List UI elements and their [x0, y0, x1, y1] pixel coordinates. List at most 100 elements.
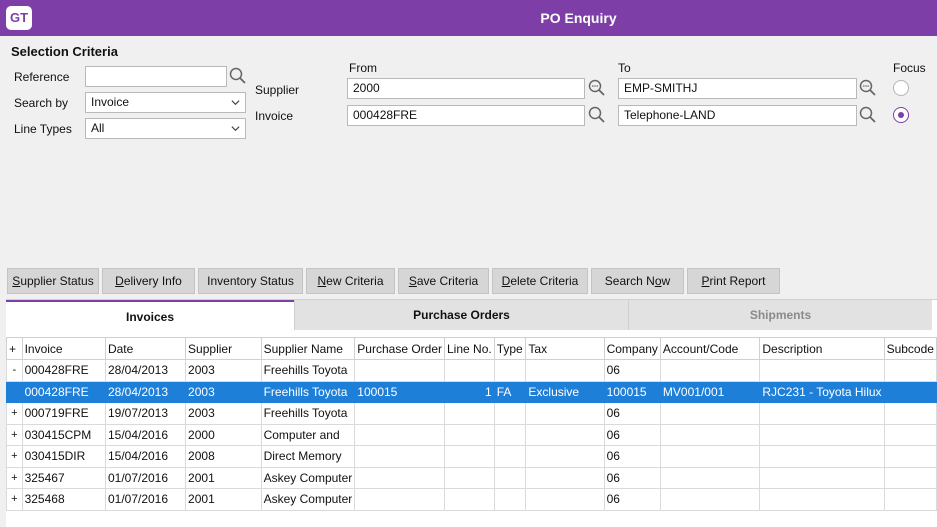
- table-cell: [444, 445, 495, 468]
- chevron-down-icon: [231, 100, 240, 106]
- table-cell: [525, 423, 605, 446]
- table-cell: 2008: [185, 445, 262, 468]
- column-header[interactable]: +: [6, 337, 23, 360]
- table-row[interactable]: -000428FRE 28/04/2013 2003 Freehills Toyota…: [6, 359, 937, 382]
- table-cell: [759, 402, 885, 425]
- table-cell: [354, 488, 445, 511]
- table-cell: [354, 445, 445, 468]
- delivery-info-button[interactable]: Delivery Info: [102, 268, 195, 294]
- table-cell: [354, 402, 445, 425]
- invoice-from-input[interactable]: 000428FRE: [347, 105, 585, 126]
- search-now-button[interactable]: Search Now: [591, 268, 684, 294]
- focus-supplier-radio[interactable]: [893, 80, 909, 96]
- table-cell: [659, 488, 761, 511]
- table-cell: [525, 466, 605, 489]
- line-types-select[interactable]: All: [85, 118, 246, 139]
- window-title: PO Enquiry: [540, 10, 617, 26]
- table-row[interactable]: +030415CPM 15/04/2016 2000 Computer and 06: [6, 423, 937, 446]
- row-expander[interactable]: -: [6, 359, 23, 382]
- supplier-to-input[interactable]: EMP-SMITHJ: [618, 78, 857, 99]
- row-expander[interactable]: +: [6, 445, 23, 468]
- row-expander[interactable]: +: [6, 488, 23, 511]
- column-header[interactable]: Subcode: [883, 337, 937, 360]
- column-header[interactable]: Supplier Name: [260, 337, 356, 360]
- table-cell: [759, 488, 885, 511]
- supplier-label: Supplier: [255, 83, 300, 97]
- row-expander[interactable]: +: [6, 466, 23, 489]
- supplier-status-button[interactable]: Supplier Status: [7, 268, 99, 294]
- save-criteria-button[interactable]: Save Criteria: [398, 268, 489, 294]
- reference-search-icon[interactable]: [229, 67, 247, 85]
- invoice-from-search-icon[interactable]: [588, 106, 606, 124]
- table-cell: 325468: [21, 488, 106, 511]
- table-cell: 000428FRE: [21, 359, 106, 382]
- table-cell: [759, 445, 885, 468]
- supplier-from-input[interactable]: 2000: [347, 78, 585, 99]
- print-report-button[interactable]: Print Report: [687, 268, 780, 294]
- table-cell: [759, 359, 885, 382]
- table-cell: 06: [603, 423, 661, 446]
- delete-criteria-button[interactable]: Delete Criteria: [492, 268, 588, 294]
- table-cell: Direct Memory: [260, 445, 356, 468]
- table-row[interactable]: +325468 01/07/2016 2001 Askey Computer 06: [6, 488, 937, 511]
- title-bar: GT PO Enquiry: [0, 0, 937, 36]
- table-cell: [883, 359, 937, 382]
- column-header[interactable]: Tax: [525, 337, 605, 360]
- table-cell: Freehills Toyota: [260, 402, 356, 425]
- table-row[interactable]: +325467 01/07/2016 2001 Askey Computer 06: [6, 466, 937, 489]
- column-header[interactable]: Company: [603, 337, 661, 360]
- to-label: To: [618, 61, 631, 75]
- table-row[interactable]: +030415DIR 15/04/2016 2008 Direct Memory 06: [6, 445, 937, 468]
- column-header[interactable]: Description: [759, 337, 885, 360]
- column-header[interactable]: Supplier: [185, 337, 262, 360]
- invoice-to-input[interactable]: Telephone-LAND: [618, 105, 857, 126]
- table-cell: 06: [603, 359, 661, 382]
- focus-label: Focus: [893, 61, 926, 75]
- tab-shipments[interactable]: Shipments: [628, 300, 932, 330]
- table-cell: [493, 359, 527, 382]
- table-cell: 100015: [603, 380, 661, 403]
- table-cell: 06: [603, 402, 661, 425]
- table-cell: 100015: [354, 380, 445, 403]
- table-cell: FA: [493, 380, 527, 403]
- table-cell: [444, 466, 495, 489]
- table-cell: [493, 488, 527, 511]
- table-cell: [883, 466, 937, 489]
- search-by-select[interactable]: Invoice: [85, 92, 246, 113]
- table-row[interactable]: 000428FRE 28/04/2013 2003 Freehills Toyota 1…: [6, 380, 937, 403]
- table-cell: Exclusive: [525, 380, 605, 403]
- table-cell: [493, 423, 527, 446]
- row-expander[interactable]: +: [6, 423, 23, 446]
- table-cell: [354, 466, 445, 489]
- supplier-from-lookup-icon[interactable]: [588, 79, 606, 97]
- table-cell: [444, 359, 495, 382]
- supplier-to-lookup-icon[interactable]: [859, 79, 877, 97]
- column-header[interactable]: Date: [104, 337, 187, 360]
- table-cell: Computer and: [260, 423, 356, 446]
- table-cell: [883, 488, 937, 511]
- table-cell: 15/04/2016: [104, 445, 187, 468]
- new-criteria-button[interactable]: New Criteria: [306, 268, 395, 294]
- tab-invoices[interactable]: Invoices: [6, 300, 294, 330]
- reference-input[interactable]: [85, 66, 227, 87]
- column-header[interactable]: Type: [493, 337, 527, 360]
- table-cell: [354, 423, 445, 446]
- table-cell: 28/04/2013: [104, 380, 187, 403]
- row-expander[interactable]: +: [6, 402, 23, 425]
- search-by-value: Invoice: [91, 95, 130, 109]
- column-header[interactable]: Purchase Order: [354, 337, 445, 360]
- focus-invoice-radio[interactable]: [893, 107, 909, 123]
- row-expander[interactable]: [6, 380, 23, 403]
- table-cell: 01/07/2016: [104, 488, 187, 511]
- table-row[interactable]: +000719FRE 19/07/2013 2003 Freehills Toyota…: [6, 402, 937, 425]
- invoice-label: Invoice: [255, 109, 294, 123]
- tab-purchase-orders[interactable]: Purchase Orders: [294, 300, 628, 330]
- table-cell: [354, 359, 445, 382]
- column-header[interactable]: Account/Code: [659, 337, 761, 360]
- column-header[interactable]: Invoice: [21, 337, 106, 360]
- chevron-down-icon: [231, 126, 240, 132]
- invoice-to-search-icon[interactable]: [859, 106, 877, 124]
- column-header[interactable]: Line No.: [444, 337, 495, 360]
- inventory-status-button[interactable]: Inventory Status: [198, 268, 303, 294]
- table-cell: 06: [603, 445, 661, 468]
